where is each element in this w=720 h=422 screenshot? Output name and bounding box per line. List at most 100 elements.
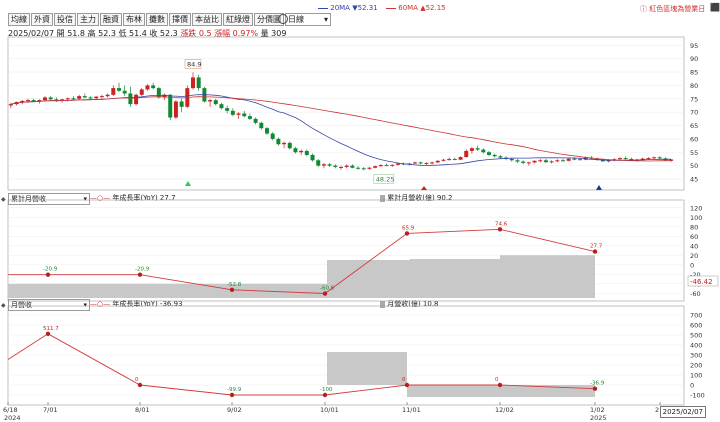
buy-signal-icon [185,181,191,186]
year-label: 2024 [4,414,21,422]
y-tick-label: 95 [690,42,698,50]
yoy-data-label: 74.6 [495,221,508,227]
candle-body [452,158,457,160]
candle-body [82,96,87,98]
candle-body [447,158,452,160]
x-tick-label: 12/02 [495,406,514,414]
candle-body [418,162,423,164]
y-tick-label: 85 [690,69,698,77]
yoy-point [497,227,503,232]
candle-body [561,160,565,162]
candle-body [105,94,110,97]
candle-body [378,165,383,167]
candle-body [487,152,491,155]
candle-body [481,149,486,153]
candle-body [413,162,417,164]
y-tick-label: 100 [690,372,702,380]
candle-body [623,158,628,160]
revenue-bar [407,385,500,397]
y-tick-label: 600 [690,322,702,330]
candle-body [572,158,577,160]
candle-body [475,148,480,150]
candle-body [77,96,82,99]
candle-body [526,162,531,164]
y-tick-label: 50 [690,162,698,170]
current-value-label: -46.42 [690,278,713,286]
candle-body [327,164,332,166]
candle-body [276,138,281,145]
candle-body [469,148,474,151]
candle-body [293,148,298,153]
y-tick-label: 100 [690,214,702,222]
y-tick-label: 40 [690,242,698,250]
revenue-bar [410,259,500,298]
candle-body [304,150,309,155]
candle-body [464,150,469,158]
signal-icon [421,186,427,190]
candle-body [43,97,47,101]
y-tick-label: 60 [690,135,698,143]
candle-body [88,97,93,99]
yoy-point [229,287,235,293]
candle-body [384,165,389,167]
y-tick-label: 45 [690,175,698,183]
yoy-data-label: -20.9 [43,267,58,273]
candle-body [128,93,133,105]
y-tick-label: 80 [690,82,698,90]
candle-body [321,164,326,166]
y-tick-label: 65 [690,122,698,130]
x-tick-label: 6/18 [3,406,18,414]
y-tick-label: 700 [690,312,702,320]
candle-body [492,154,497,157]
candle-body [168,94,173,118]
yoy-data-label: 27.7 [590,244,603,250]
candle-body [310,154,315,161]
candle-body [424,162,429,164]
yoy-data-label: -36.9 [590,381,605,387]
yoy-point [404,382,410,388]
candle-body [356,167,361,169]
yoy-data-label: -100 [320,387,333,393]
candle-body [652,157,657,159]
candle-body [156,88,161,98]
x-tick-label: 11/01 [402,406,421,414]
candle-body [617,158,622,160]
candle-body [65,98,70,100]
yoy-data-label: -52.8 [227,282,242,288]
candle-body [339,166,343,168]
x-tick-label: 1/02 [590,406,605,414]
candle-body [71,98,76,100]
y-tick-label: 200 [690,362,702,370]
yoy-point [322,392,328,398]
candle-body [259,122,264,129]
revenue-bar [327,352,407,385]
y-tick-label: 300 [690,352,702,360]
candle-body [532,160,537,163]
y-tick-label: 80 [690,223,698,231]
yoy-data-label: 65.9 [402,225,415,231]
candle-body [458,157,463,160]
candle-body [225,108,230,111]
chart-svg: 9590858075706560555045120100806040200-20… [3,36,719,422]
candle-body [265,128,269,134]
yoy-point [592,386,598,391]
yoy-data-label: 0 [495,377,499,383]
y-tick-label: 0 [690,382,694,390]
candle-body [270,133,275,139]
candle-body [236,113,241,115]
candle-body [646,158,651,160]
candle-body [122,90,127,94]
yoy-data-label: -20.9 [135,267,150,273]
x-tick-label: 2 [655,406,659,414]
candle-body [367,167,372,169]
candle-body [344,165,349,167]
candle-body [242,113,247,117]
candle-body [94,96,99,99]
candle-body [361,168,366,170]
yoy-point [497,382,503,388]
yoy-data-label: 0 [402,377,406,383]
yoy-data-label: -99.9 [227,387,242,393]
yoy-point [592,249,598,254]
candle-body [253,118,258,123]
y-tick-label: 60 [690,233,698,241]
